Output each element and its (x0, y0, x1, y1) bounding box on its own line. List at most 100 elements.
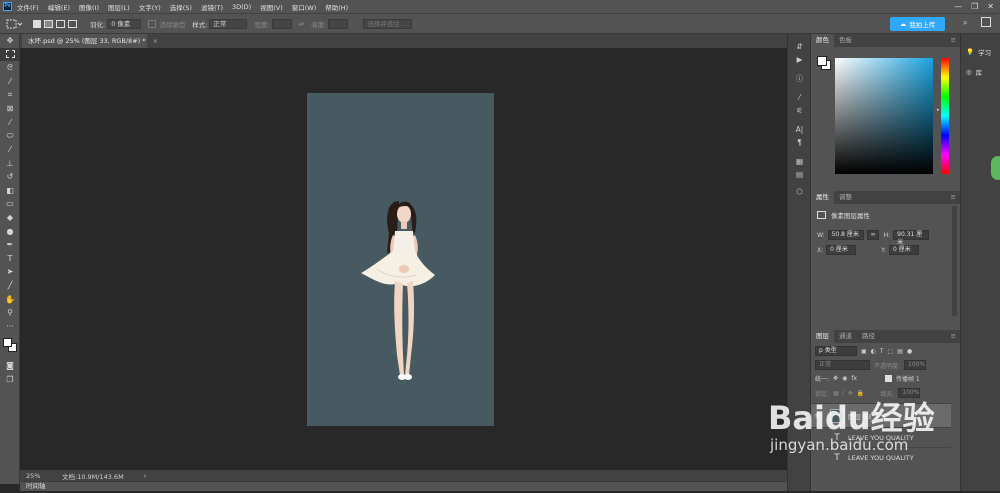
filter-shape-icon[interactable]: ⬚ (888, 348, 894, 355)
lock-position-icon[interactable]: ✥ (848, 390, 853, 397)
unify-visibility-icon[interactable]: ◉ (842, 375, 847, 382)
canvas-area[interactable] (20, 48, 787, 470)
pen-tool-icon[interactable]: ✒ (0, 238, 20, 252)
filter-adjust-icon[interactable]: ◐ (871, 348, 876, 355)
3d-panel-icon[interactable]: ⬡ (788, 185, 811, 198)
add-selection-icon[interactable] (44, 19, 53, 28)
link-icon[interactable]: ∞ (866, 230, 879, 240)
menu-select[interactable]: 选择(S) (170, 2, 192, 12)
swap-icon[interactable]: ⇄ (299, 20, 304, 28)
notes-panel-icon[interactable]: ▤ (788, 168, 811, 181)
x-field[interactable]: 0 厘米 (826, 245, 857, 255)
intersect-selection-icon[interactable] (68, 19, 77, 28)
magic-wand-tool-icon[interactable]: ⁄ (0, 75, 20, 89)
timeline-panel-tab[interactable]: 时间轴 (20, 481, 807, 491)
search-icon[interactable]: ⌕ (963, 18, 967, 28)
tab-layers[interactable]: 图层 (811, 330, 834, 343)
library-panel-button[interactable]: ◎ 库 (961, 62, 1000, 82)
document-canvas[interactable] (307, 93, 494, 426)
tab-properties[interactable]: 属性 (811, 191, 834, 204)
adjustments-icon[interactable]: ⚟ (788, 104, 811, 117)
eyedropper-tool-icon[interactable]: ⁄ (0, 116, 20, 130)
filter-toggle-icon[interactable]: ● (907, 348, 912, 355)
path-selection-tool-icon[interactable]: ➤ (0, 265, 20, 279)
character-panel-icon[interactable]: A| (788, 123, 811, 136)
zoom-level[interactable]: 25% (26, 472, 62, 480)
menu-edit[interactable]: 编辑(E) (48, 2, 70, 12)
width-field[interactable]: 50.8 厘米 (827, 230, 864, 240)
brush-settings-icon[interactable]: ⁄ (788, 91, 811, 104)
color-panel-menu-icon[interactable]: ≡ (951, 34, 960, 47)
cloud-upload-button[interactable]: ☁ 我拍上传 (890, 17, 945, 31)
color-swatches[interactable] (0, 333, 19, 359)
history-panel-icon[interactable]: ⇵ (788, 40, 811, 53)
workspace-icon[interactable] (981, 17, 991, 27)
menu-type[interactable]: 文字(Y) (139, 2, 161, 12)
menu-view[interactable]: 视图(V) (260, 2, 283, 12)
filter-pixel-icon[interactable]: ▣ (861, 348, 867, 355)
lasso-tool-icon[interactable]: ᘓ (0, 61, 20, 75)
properties-scrollbar[interactable] (952, 206, 957, 316)
gradient-tool-icon[interactable]: ▭ (0, 197, 20, 211)
blend-mode-select[interactable]: 正常 (815, 360, 870, 370)
style-select[interactable]: 正常 (209, 18, 248, 29)
brush-tool-icon[interactable]: ⁄ (0, 143, 20, 157)
lock-pixels-icon[interactable]: ▦ (833, 390, 839, 397)
layer-row[interactable]: T LEAVE YOU QUALITY (811, 427, 951, 447)
more-tools-icon[interactable]: ··· (0, 319, 20, 333)
propagate-checkbox[interactable] (884, 375, 892, 382)
layers-panel-menu-icon[interactable]: ≡ (951, 330, 960, 343)
marquee-preset-picker[interactable] (6, 19, 22, 29)
zoom-tool-icon[interactable]: ⚲ (0, 306, 20, 320)
layer-row[interactable]: T LEAVE YOU QUALITY (811, 447, 951, 467)
menu-help[interactable]: 帮助(H) (325, 2, 348, 12)
type-tool-icon[interactable]: T (0, 252, 20, 266)
hue-pointer-icon[interactable]: ▸ (937, 107, 940, 113)
paragraph-panel-icon[interactable]: ¶ (788, 136, 811, 149)
quick-mask-icon[interactable]: ◙ (0, 359, 20, 373)
menu-file[interactable]: 文件(F) (17, 2, 39, 12)
rect-marquee-tool-icon[interactable] (0, 47, 20, 62)
antialias-checkbox[interactable]: 消除锯齿 (148, 19, 185, 29)
y-field[interactable]: 0 厘米 (889, 245, 920, 255)
libraries-panel-icon[interactable]: ▦ (788, 155, 811, 168)
close-tab-icon[interactable]: × (153, 37, 158, 45)
crop-tool-icon[interactable]: ⌗ (0, 88, 20, 102)
move-tool-icon[interactable]: ✥ (0, 34, 20, 48)
layer-kind-filter[interactable]: p 类型 (815, 346, 857, 356)
tab-channels[interactable]: 通道 (834, 330, 857, 343)
width-input[interactable] (271, 18, 292, 29)
new-selection-icon[interactable] (33, 19, 41, 28)
filter-smart-icon[interactable]: ▤ (897, 348, 903, 355)
blur-tool-icon[interactable]: ◆ (0, 211, 20, 225)
tab-swatches[interactable]: 色板 (834, 34, 857, 47)
restore-button[interactable]: ❐ (971, 2, 978, 11)
opacity-input[interactable]: 100% (904, 360, 927, 370)
floating-widget[interactable] (991, 156, 1000, 180)
frame-tool-icon[interactable]: ⊠ (0, 102, 20, 116)
hand-tool-icon[interactable]: ✋ (0, 292, 20, 306)
color-field[interactable] (835, 58, 933, 174)
status-arrow-icon[interactable]: › (144, 472, 147, 480)
lock-all-icon[interactable]: 🔒 (857, 390, 864, 397)
learn-panel-button[interactable]: 💡 学习 (961, 42, 1000, 62)
tab-adjustments[interactable]: 调整 (834, 191, 857, 204)
fill-input[interactable]: 100% (898, 388, 921, 398)
unify-style-icon[interactable]: fx (851, 375, 857, 382)
height-field[interactable]: 90.31 厘米 (893, 230, 930, 246)
actions-panel-icon[interactable]: ▶ (788, 53, 811, 66)
healing-brush-tool-icon[interactable]: ⬭ (0, 129, 20, 143)
select-and-mask-button[interactable]: 选择并遮住 ... (361, 18, 413, 29)
layer-row[interactable]: 👁 图层 33 (811, 403, 951, 427)
tab-paths[interactable]: 路径 (857, 330, 880, 343)
hue-slider[interactable] (941, 58, 949, 174)
line-tool-icon[interactable]: ╱ (0, 279, 20, 293)
clone-stamp-tool-icon[interactable]: ⊥ (0, 156, 20, 170)
lock-paint-icon[interactable]: ⁄ (843, 390, 844, 397)
filter-type-icon[interactable]: T (880, 348, 884, 355)
foreground-color-swatch[interactable] (3, 338, 12, 348)
eye-icon[interactable]: 👁 (814, 412, 826, 420)
history-brush-tool-icon[interactable]: ↺ (0, 170, 20, 184)
tab-color[interactable]: 颜色 (811, 34, 834, 47)
color-fg-swatch[interactable] (817, 56, 827, 66)
